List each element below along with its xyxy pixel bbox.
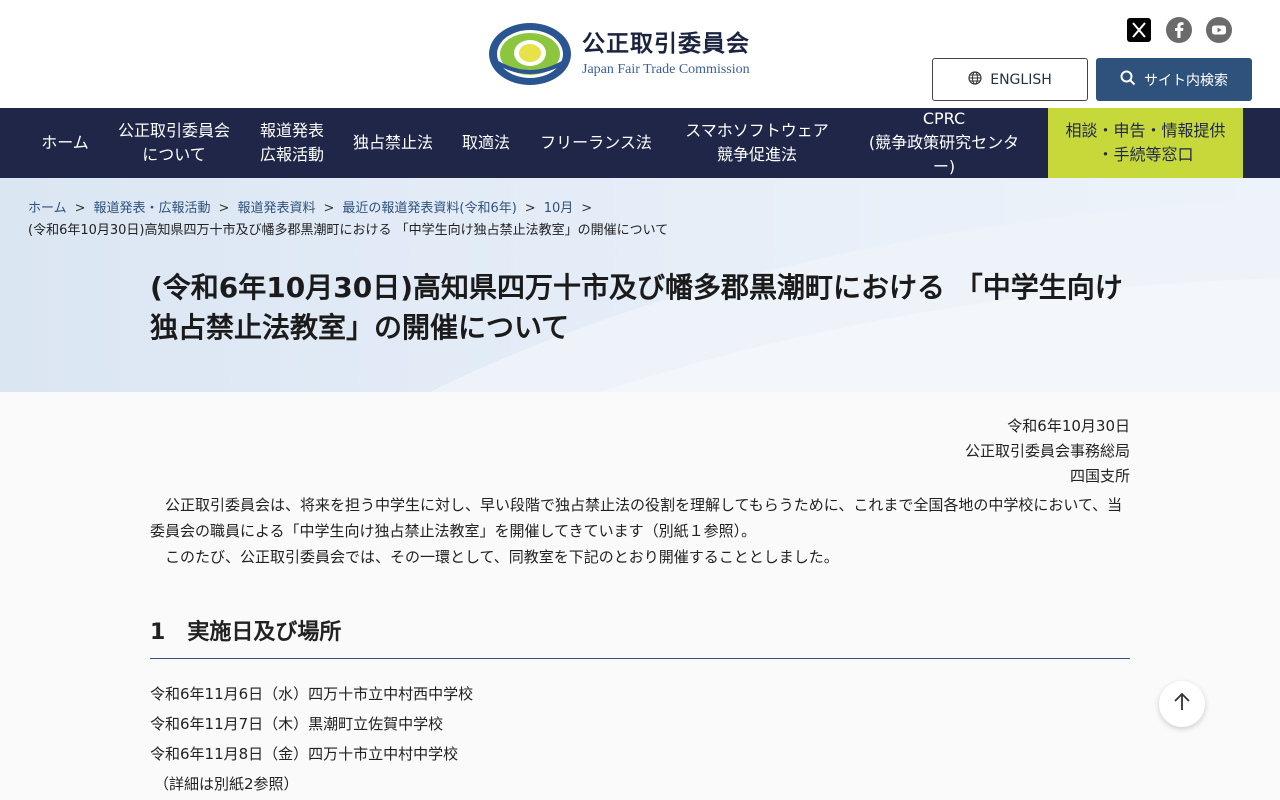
section-heading-schedule: 1 実施日及び場所 (150, 614, 1130, 659)
schedule-item: 令和6年11月7日（木）黒潮町立佐賀中学校 (150, 715, 444, 733)
schedule-list: 令和6年11月6日（水）四万十市立中村西中学校 令和6年11月7日（木）黒潮町立… (150, 679, 1130, 799)
globe-icon (968, 70, 982, 89)
english-label: ENGLISH (990, 71, 1052, 88)
nav-item-home[interactable]: ホーム (28, 108, 102, 178)
schedule-item: 令和6年11月8日（金）四万十市立中村中学校 (150, 745, 459, 763)
breadcrumb-separator: > (323, 201, 335, 216)
x-icon[interactable] (1126, 17, 1152, 43)
schedule-note: （詳細は別紙2参照） (154, 775, 299, 793)
breadcrumb-separator: > (218, 201, 230, 216)
nav-label: (競争政策研究センター) (868, 133, 1020, 176)
nav-label: スマホソフトウェア (685, 121, 829, 140)
breadcrumb-recent[interactable]: 最近の報道発表資料(令和6年) (342, 201, 516, 216)
release-issuer: 公正取引委員会事務総局 (964, 442, 1130, 460)
nav-label: 相談・申告・情報提供 (1065, 121, 1226, 140)
release-meta: 令和6年10月30日 公正取引委員会事務総局 四国支所 (150, 414, 1130, 489)
section-title: 実施日及び場所 (187, 620, 342, 645)
breadcrumb-current: (令和6年10月30日)高知県四万十市及び幡多郡黒潮町における 「中学生向け独占… (28, 223, 669, 238)
nav-label: フリーランス法 (540, 133, 652, 152)
nav-label: 独占禁止法 (352, 133, 433, 152)
global-nav: ホーム 公正取引委員会 について 報道発表広報活動 独占禁止法 取適法 フリーラン… (0, 108, 1280, 178)
site-header: 公正取引委員会 Japan Fair Trade Commission ENGL… (0, 0, 1280, 108)
nav-label: 取適法 (461, 133, 510, 152)
jftc-emblem-icon (488, 22, 572, 86)
breadcrumb-press[interactable]: 報道発表・広報活動 (94, 201, 211, 216)
nav-label: 報道発表 (259, 121, 324, 140)
breadcrumb-separator: > (581, 201, 593, 216)
search-label: サイト内検索 (1144, 72, 1228, 89)
nav-item-press[interactable]: 報道発表 広報活動 (246, 108, 338, 178)
nav-item-antimonopoly[interactable]: 独占禁止法 (338, 108, 448, 178)
breadcrumb-home[interactable]: ホーム (28, 201, 67, 216)
site-logo[interactable]: 公正取引委員会 Japan Fair Trade Commission (488, 22, 750, 86)
english-button[interactable]: ENGLISH (932, 58, 1088, 101)
body-paragraph-2: このたび、公正取引委員会では、その一環として、同教室を下記のとおり開催することと… (165, 548, 839, 566)
logo-title-jp: 公正取引委員会 (582, 31, 750, 57)
nav-label: ・手続等窓口 (1097, 145, 1194, 164)
breadcrumb-october[interactable]: 10月 (544, 201, 574, 216)
breadcrumb-separator: > (74, 201, 86, 216)
search-icon (1120, 70, 1136, 90)
body-paragraph-1: 公正取引委員会は、将来を担う中学生に対し、早い段階で独占禁止法の役割を理解しても… (150, 496, 1123, 540)
nav-item-cprc[interactable]: CPRC (競争政策研究センター) (846, 108, 1042, 178)
facebook-icon[interactable] (1166, 17, 1192, 43)
nav-label: について (142, 145, 206, 164)
nav-item-subcontract[interactable]: 取適法 (448, 108, 524, 178)
youtube-icon[interactable] (1206, 17, 1232, 43)
page-hero: ホーム > 報道発表・広報活動 > 報道発表資料 > 最近の報道発表資料(令和6年) >10月… (0, 178, 1280, 392)
arrow-up-icon (1173, 692, 1191, 716)
release-date: 令和6年10月30日 (1007, 417, 1130, 435)
nav-label: 競争促進法 (716, 145, 797, 164)
back-to-top-button[interactable] (1159, 681, 1205, 727)
page-title: (令和6年10月30日)高知県四万十市及び幡多郡黒潮町における 「中学生向け独占… (150, 271, 1123, 344)
site-search-button[interactable]: サイト内検索 (1096, 58, 1252, 101)
social-links (1126, 17, 1232, 43)
release-branch: 四国支所 (1069, 467, 1130, 485)
nav-item-consult[interactable]: 相談・申告・情報提供 ・手続等窓口 (1048, 108, 1243, 178)
nav-item-about[interactable]: 公正取引委員会 について (102, 108, 246, 178)
logo-title-en: Japan Fair Trade Commission (582, 62, 750, 77)
section-number: 1 (150, 620, 166, 645)
breadcrumb: ホーム > 報道発表・広報活動 > 報道発表資料 > 最近の報道発表資料(令和6年) >10月… (28, 198, 1028, 242)
breadcrumb-separator: > (524, 201, 536, 216)
breadcrumb-press-releases[interactable]: 報道発表資料 (237, 201, 315, 216)
nav-item-freelance[interactable]: フリーランス法 (524, 108, 668, 178)
main-content: 令和6年10月30日 公正取引委員会事務総局 四国支所 公正取引委員会は、将来を… (0, 392, 1280, 799)
schedule-item: 令和6年11月6日（水）四万十市立中村西中学校 (150, 685, 474, 703)
nav-item-smartphone[interactable]: スマホソフトウェア 競争促進法 (668, 108, 846, 178)
nav-label: CPRC (922, 109, 966, 128)
nav-label: 公正取引委員会 (117, 121, 230, 140)
nav-label: ホーム (41, 133, 89, 152)
nav-label: 広報活動 (259, 145, 324, 164)
